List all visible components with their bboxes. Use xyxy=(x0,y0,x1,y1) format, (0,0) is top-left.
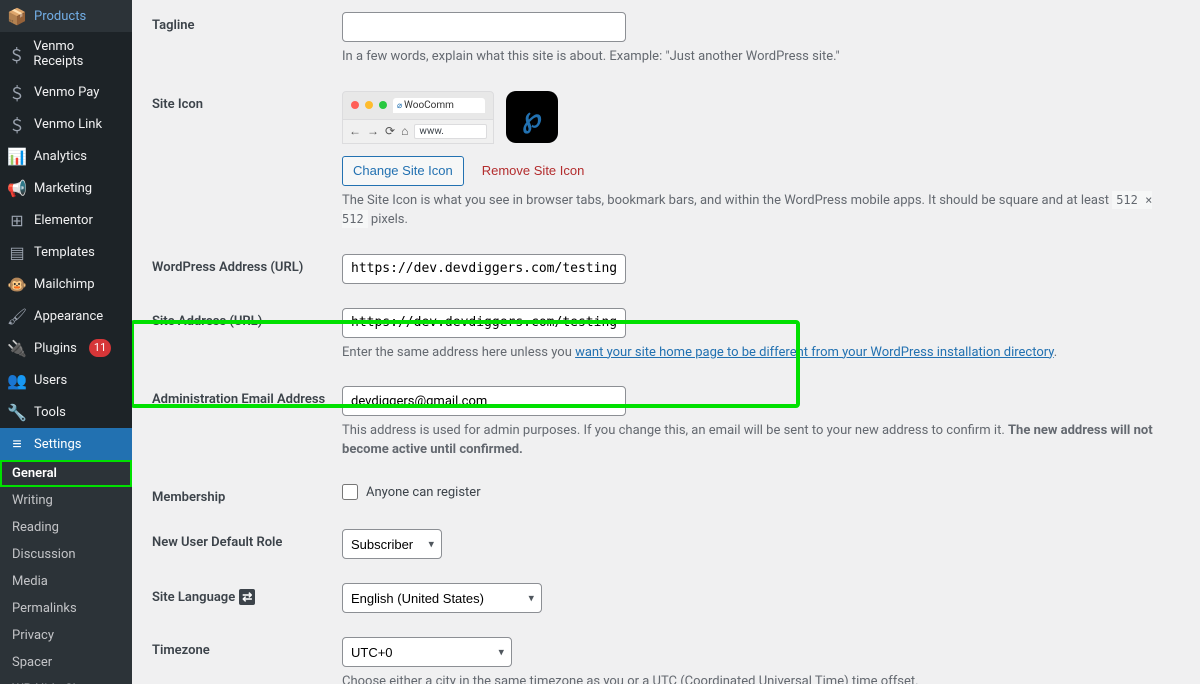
desc-timezone: Choose either a city in the same timezon… xyxy=(342,673,1180,684)
anyone-can-register-label: Anyone can register xyxy=(366,485,481,500)
megaphone-icon: 📢 xyxy=(8,179,26,197)
plug-icon: 🔌 xyxy=(8,339,26,357)
sidebar-item-label: Venmo Link xyxy=(34,117,102,132)
sidebar-item-venmo-link[interactable]: ＄ Venmo Link xyxy=(0,108,132,140)
label-admin-email: Administration Email Address xyxy=(152,386,342,407)
submenu-item-writing[interactable]: Writing xyxy=(0,487,132,514)
mac-dot-green xyxy=(379,101,387,109)
label-timezone: Timezone xyxy=(152,637,342,658)
sidebar-item-appearance[interactable]: 🖌 Appearance xyxy=(0,300,132,332)
submenu-item-reading[interactable]: Reading xyxy=(0,514,132,541)
sidebar-item-label: Marketing xyxy=(34,181,92,196)
change-site-icon-button[interactable]: Change Site Icon xyxy=(342,156,464,186)
sidebar-item-templates[interactable]: ▤ Templates xyxy=(0,236,132,268)
label-tagline: Tagline xyxy=(152,12,342,33)
submenu-item-general[interactable]: General xyxy=(0,460,132,487)
sidebar-item-label: Tools xyxy=(34,405,66,420)
label-site-url: Site Address (URL) xyxy=(152,308,342,329)
sidebar-item-label: Products xyxy=(34,9,86,24)
remove-site-icon-button[interactable]: Remove Site Icon xyxy=(478,163,589,178)
sidebar-item-products[interactable]: 📦 Products xyxy=(0,0,132,32)
sidebar-item-label: Appearance xyxy=(34,309,103,324)
submenu-item-media[interactable]: Media xyxy=(0,568,132,595)
wrench-icon: 🔧 xyxy=(8,403,26,421)
dollar-icon: ＄ xyxy=(8,115,26,133)
sidebar-item-elementor[interactable]: ⊞ Elementor xyxy=(0,204,132,236)
mac-dot-red xyxy=(351,101,359,109)
site-language-select[interactable]: English (United States) xyxy=(342,583,542,613)
desc-admin-email: This address is used for admin purposes.… xyxy=(342,422,1180,460)
archive-icon: 📦 xyxy=(8,7,26,25)
admin-sidebar: 📦 Products ＄ Venmo Receipts ＄ Venmo Pay ＄ Venmo… xyxy=(0,0,132,684)
nav-back-icon: ← xyxy=(349,124,361,138)
sidebar-item-analytics[interactable]: 📊 Analytics xyxy=(0,140,132,172)
sidebar-item-users[interactable]: 👥 Users xyxy=(0,364,132,396)
site-icon-app-preview: ℘ xyxy=(506,91,558,143)
wp-address-input[interactable] xyxy=(342,254,626,284)
nav-reload-icon: ⟳ xyxy=(385,124,395,138)
submenu-item-discussion[interactable]: Discussion xyxy=(0,541,132,568)
submenu-item-wp-hide-show-featured-image[interactable]: WP Hide Show Featured Image xyxy=(0,676,132,684)
sidebar-item-label: Venmo Receipts xyxy=(33,39,124,69)
sidebar-item-label: Templates xyxy=(34,245,95,260)
nav-home-icon: ⌂ xyxy=(401,124,408,138)
users-icon: 👥 xyxy=(8,371,26,389)
submenu-item-privacy[interactable]: Privacy xyxy=(0,622,132,649)
timezone-select[interactable]: UTC+0 xyxy=(342,637,512,667)
update-badge: 11 xyxy=(89,339,111,357)
link-different-homepage[interactable]: want your site home page to be different… xyxy=(575,345,1054,360)
sidebar-item-label: Users xyxy=(34,373,67,388)
label-default-role: New User Default Role xyxy=(152,529,342,550)
submenu-item-permalinks[interactable]: Permalinks xyxy=(0,595,132,622)
settings-general-form: Tagline In a few words, explain what thi… xyxy=(132,0,1200,684)
templates-icon: ▤ xyxy=(8,243,26,261)
label-membership: Membership xyxy=(152,484,342,505)
sidebar-item-venmo-pay[interactable]: ＄ Venmo Pay xyxy=(0,76,132,108)
sidebar-item-mailchimp[interactable]: 🐵 Mailchimp xyxy=(0,268,132,300)
mailchimp-icon: 🐵 xyxy=(8,275,26,293)
sidebar-item-plugins[interactable]: 🔌 Plugins 11 xyxy=(0,332,132,364)
dollar-icon: ＄ xyxy=(8,83,26,101)
mac-dot-yellow xyxy=(365,101,373,109)
sidebar-item-tools[interactable]: 🔧 Tools xyxy=(0,396,132,428)
brush-icon: 🖌 xyxy=(8,307,26,325)
sidebar-item-venmo-receipts[interactable]: ＄ Venmo Receipts xyxy=(0,32,132,76)
preview-url: www. xyxy=(414,124,487,139)
desc-tagline: In a few words, explain what this site i… xyxy=(342,48,1180,67)
sidebar-item-settings[interactable]: ≡ Settings xyxy=(0,428,132,460)
elementor-icon: ⊞ xyxy=(8,211,26,229)
nav-forward-icon: → xyxy=(367,124,379,138)
translate-icon: ⇄ xyxy=(239,589,255,605)
site-address-input[interactable] xyxy=(342,308,626,338)
sidebar-item-label: Elementor xyxy=(34,213,93,228)
preview-tab-title: WooComm xyxy=(404,100,454,111)
desc-site-url: Enter the same address here unless you w… xyxy=(342,344,1180,363)
default-role-select[interactable]: Subscriber xyxy=(342,529,442,559)
chart-icon: 📊 xyxy=(8,147,26,165)
sidebar-item-label: Plugins xyxy=(34,341,77,356)
admin-email-input[interactable] xyxy=(342,386,626,416)
tagline-input[interactable] xyxy=(342,12,626,42)
label-site-lang: Site Language⇄ xyxy=(152,583,342,605)
sidebar-item-label: Mailchimp xyxy=(34,277,95,292)
dollar-icon: ＄ xyxy=(8,45,25,63)
sidebar-item-label: Settings xyxy=(34,437,81,452)
sliders-icon: ≡ xyxy=(8,435,26,453)
sidebar-item-marketing[interactable]: 📢 Marketing xyxy=(0,172,132,204)
anyone-can-register-checkbox[interactable] xyxy=(342,484,358,500)
submenu-item-spacer[interactable]: Spacer xyxy=(0,649,132,676)
site-icon-browser-preview: ⌀WooComm ← → ⟳ ⌂ www. xyxy=(342,91,494,144)
sidebar-item-label: Venmo Pay xyxy=(34,85,99,100)
label-site-icon: Site Icon xyxy=(152,91,342,112)
desc-site-icon: The Site Icon is what you see in browser… xyxy=(342,192,1180,230)
label-wp-url: WordPress Address (URL) xyxy=(152,254,342,275)
sidebar-item-label: Analytics xyxy=(34,149,87,164)
